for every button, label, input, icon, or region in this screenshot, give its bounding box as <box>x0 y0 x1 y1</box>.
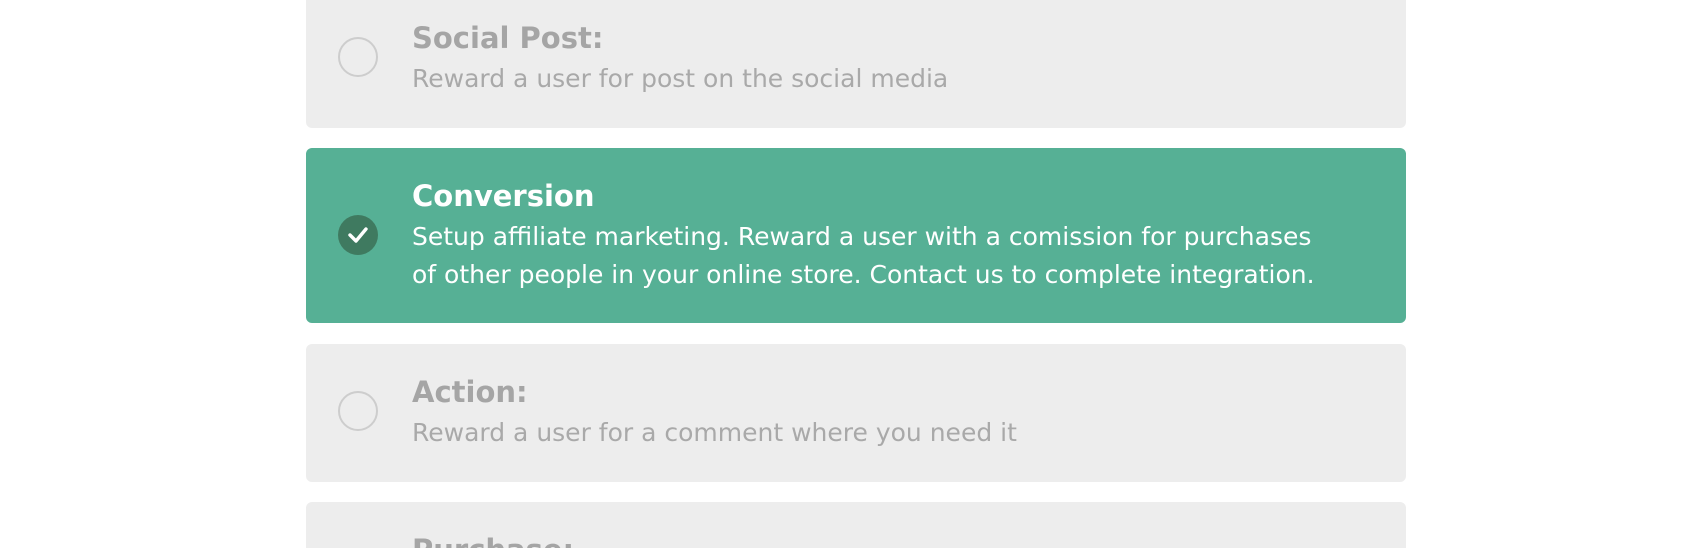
option-title: Action: <box>412 375 528 409</box>
option-text: Purchase: <box>412 532 1326 548</box>
radio-empty-icon[interactable] <box>338 391 378 431</box>
option-social-post[interactable]: Social Post: Reward a user for post on t… <box>306 0 1406 128</box>
option-description: Reward a user for post on the social med… <box>412 64 949 93</box>
option-title: Conversion <box>412 179 595 213</box>
option-description: Setup affiliate marketing. Reward a user… <box>412 222 1315 289</box>
radio-empty-icon[interactable] <box>338 37 378 77</box>
option-title: Social Post: <box>412 21 604 55</box>
checkmark-glyph <box>348 227 368 243</box>
option-description: Reward a user for a comment where you ne… <box>412 418 1017 447</box>
option-conversion[interactable]: Conversion Setup affiliate marketing. Re… <box>306 148 1406 323</box>
option-text: Conversion Setup affiliate marketing. Re… <box>412 178 1326 294</box>
check-icon[interactable] <box>338 215 378 255</box>
option-purchase[interactable]: Purchase: <box>306 502 1406 548</box>
option-action[interactable]: Action: Reward a user for a comment wher… <box>306 344 1406 482</box>
option-text: Social Post: Reward a user for post on t… <box>412 20 1326 98</box>
option-title: Purchase: <box>412 532 1326 548</box>
option-text: Action: Reward a user for a comment wher… <box>412 374 1326 452</box>
